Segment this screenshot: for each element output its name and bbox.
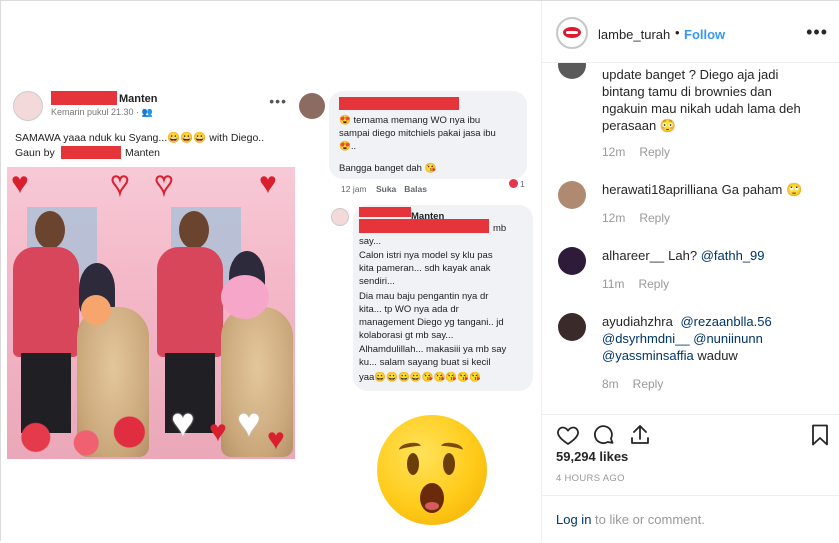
comment-text: herawati18aprilliana Ga paham 🙄 [602,182,803,197]
comment-meta: 8m Reply [602,377,664,391]
fb-comment-2: Manten mb say... Calon istri nya model s… [353,205,533,391]
commenter-avatar[interactable] [558,63,586,79]
comment-username[interactable]: alhareer__ [602,248,664,263]
heart-icon[interactable] [556,423,580,447]
profile-avatar[interactable] [556,17,588,49]
post-timestamp: 4 HOURS AGO [556,473,625,484]
wedding-photo-left: ♥ ♥ [7,167,151,459]
redaction-box [339,97,459,110]
follow-button[interactable]: Follow [684,27,725,42]
comment-text: update banget ? Diego aja jadi bintang t… [602,67,801,133]
comment-meta: 11m Reply [602,277,670,291]
redaction-box [61,146,121,159]
mention-link[interactable]: @rezaanblla.56 [680,314,771,329]
commenter-avatar[interactable] [558,181,586,209]
like-count[interactable]: 59,294 likes [556,449,628,464]
redaction-box [359,219,489,233]
commenter-avatar [299,93,325,119]
action-bar: 59,294 likes 4 HOURS AGO Log in to like … [542,414,839,542]
mention-link[interactable]: @yassminsaffia [602,348,694,363]
reply-button[interactable]: Reply [639,145,670,159]
mention-link[interactable]: @nuniinunn [693,331,763,346]
post-image[interactable]: Manten Kemarin pukul 21.30 · 👥 ••• SAMAW… [1,1,541,542]
redaction-box [359,207,411,217]
fb-timestamp: Kemarin pukul 21.30 · 👥 [51,107,153,117]
fb-caption-line2: Gaun by Manten [15,146,161,159]
separator-dot: • [675,25,680,40]
more-options-icon[interactable]: ••• [806,22,828,43]
reply-button[interactable]: Reply [638,277,669,291]
login-text: Log in to like or comment. [556,512,705,527]
reply-button[interactable]: Reply [633,377,664,391]
heart-reaction-icon [509,179,518,188]
comment-meta: 12m Reply [602,145,671,159]
comment-icon[interactable] [592,423,616,447]
commenter-avatar[interactable] [558,247,586,275]
friends-icon: 👥 [141,107,153,117]
lips-logo-icon [563,27,581,38]
login-link[interactable]: Log in [556,512,591,527]
post-header: lambe_turah • Follow ••• [542,1,839,63]
mention-link[interactable]: @fathh_99 [701,248,765,263]
post-modal: Manten Kemarin pukul 21.30 · 👥 ••• SAMAW… [0,0,839,542]
post-sidebar: lambe_turah • Follow ••• update banget ?… [541,1,839,542]
commenter-avatar [331,208,349,226]
reply-button[interactable]: Reply [639,211,670,225]
comment-meta: 12m Reply [602,211,671,225]
fb-comment-1-meta: 12 jam Suka Balas [341,184,427,194]
mention-link[interactable]: @dsyrhmdni__ [602,331,690,346]
commenter-avatar[interactable] [558,313,586,341]
fb-comment-1: 😍 ternama memang WO nya ibu sampai diego… [329,91,527,179]
shocked-emoji-icon [377,415,487,525]
bookmark-icon[interactable] [808,423,832,447]
comment-list[interactable]: update banget ? Diego aja jadi bintang t… [542,63,839,414]
redaction-box [51,91,117,105]
share-icon[interactable] [628,423,652,447]
wedding-photo-right: ♥ ♥ ♥ ♥ ♥ ♥ [151,167,295,459]
comment-username[interactable]: ayudiahzhra [602,314,673,329]
fb-post-header: Manten Kemarin pukul 21.30 · 👥 ••• SAMAW… [7,85,297,163]
comment-username[interactable]: herawati18aprilliana [602,182,718,197]
comment-text: alhareer__ Lah? @fathh_99 [602,248,765,263]
fb-more-icon: ••• [269,93,287,109]
fb-avatar [13,91,43,121]
reaction-count: 1 [509,179,531,191]
fb-caption-line1: SAMAWA yaaa nduk ku Syang...😀😀😀 with Die… [15,132,265,144]
comment-text: ayudiahzhra @rezaanblla.56 @dsyrhmdni__ … [602,314,772,363]
login-prompt: Log in to like or comment. [542,495,839,543]
fb-name-suffix: Manten [119,93,158,105]
profile-username[interactable]: lambe_turah [598,27,670,42]
